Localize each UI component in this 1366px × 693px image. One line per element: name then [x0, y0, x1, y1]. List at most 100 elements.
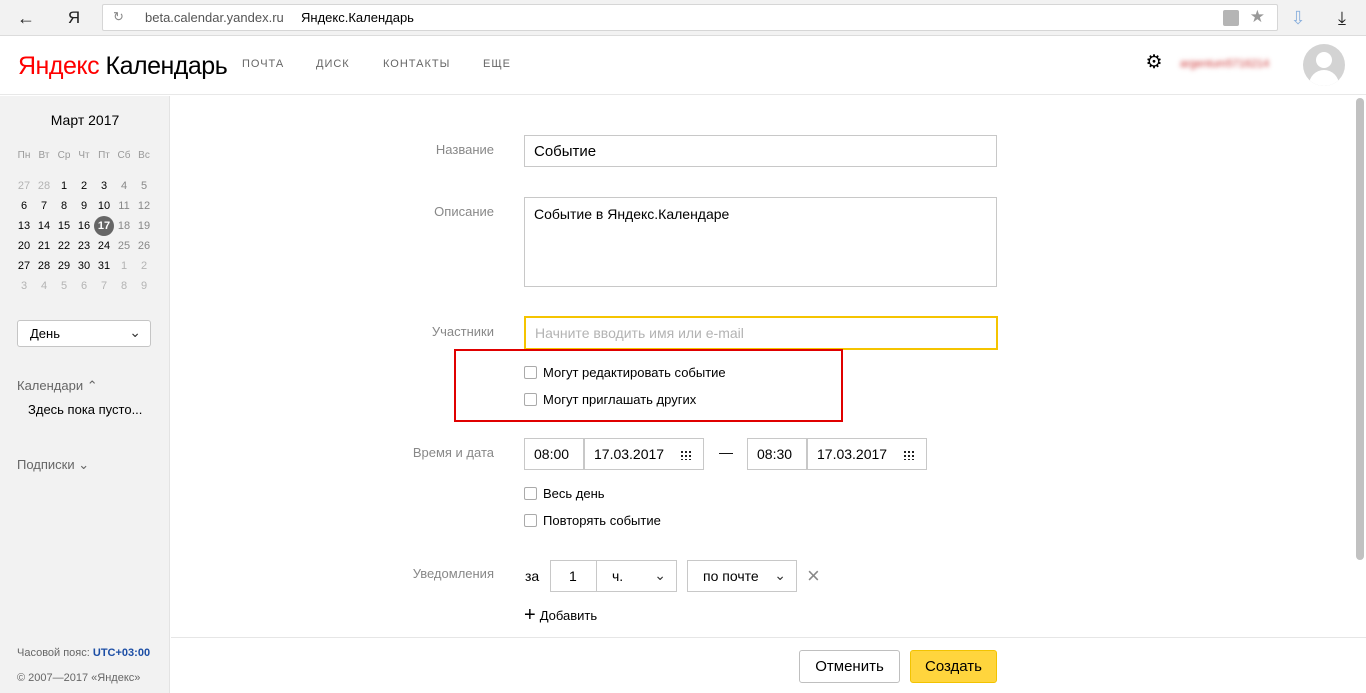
calendars-empty-text: Здесь пока пусто...: [28, 402, 143, 417]
plus-icon: +: [524, 604, 536, 626]
calendar-week: 3456789: [14, 276, 154, 296]
calendar-day[interactable]: 24: [94, 236, 114, 256]
notify-channel-select[interactable]: по почте ⌄: [687, 560, 797, 592]
nav-more[interactable]: ЕЩЕ: [483, 58, 511, 70]
calendar-day[interactable]: 6: [74, 276, 94, 296]
timezone: Часовой пояс: UTC+03:00: [17, 647, 151, 659]
cancel-button[interactable]: Отменить: [799, 650, 900, 683]
calendar-day[interactable]: 5: [134, 176, 154, 196]
url-host: beta.calendar.yandex.ru: [145, 10, 284, 25]
end-time-input[interactable]: 08:30: [747, 438, 807, 470]
can-invite-checkbox[interactable]: Могут приглашать других: [524, 392, 696, 407]
calendar-day[interactable]: 19: [134, 216, 154, 236]
name-label: Название: [435, 142, 494, 157]
calendar-week: 13 14 15 16 17 18 19: [14, 216, 154, 236]
nav-mail[interactable]: ПОЧТА: [242, 58, 284, 70]
chevron-up-icon: ⌃: [86, 378, 98, 393]
form-footer: [171, 637, 1366, 693]
calendar-day[interactable]: 30: [74, 256, 94, 276]
all-day-checkbox[interactable]: Весь день: [524, 486, 605, 501]
calendar-day[interactable]: 7: [94, 276, 114, 296]
start-time-input[interactable]: 08:00: [524, 438, 584, 470]
calendar-day[interactable]: 18: [114, 216, 134, 236]
description-label: Описание: [434, 204, 494, 219]
calendar-grid-icon[interactable]: [903, 450, 916, 460]
add-notification-button[interactable]: + Добавить: [524, 604, 597, 626]
calendar-day[interactable]: 1: [54, 176, 74, 196]
calendar-day[interactable]: 15: [54, 216, 74, 236]
calendar-day[interactable]: 31: [94, 256, 114, 276]
create-button[interactable]: Создать: [910, 650, 997, 683]
nav-contacts[interactable]: КОНТАКТЫ: [383, 58, 450, 70]
mini-calendar-month: Март 2017: [50, 112, 120, 128]
can-edit-checkbox[interactable]: Могут редактировать событие: [524, 365, 726, 380]
download-icon[interactable]: ⤓: [1328, 6, 1356, 30]
app-header: Яндекс Календарь ПОЧТА ДИСК КОНТАКТЫ ЕЩЕ…: [0, 36, 1366, 95]
mini-calendar: Пн Вт Ср Чт Пт Сб Вс 27 28 1 2 3 4 5 6 7 8 9 10 11 12 13 14 15 1…: [14, 146, 154, 296]
calendar-day[interactable]: 2: [134, 256, 154, 276]
calendar-day[interactable]: 26: [134, 236, 154, 256]
sidebar: Март 2017 Пн Вт Ср Чт Пт Сб Вс 27 28 1 2 3 4 5 6 7 8 9 10 1…: [0, 96, 170, 693]
calendar-day-today[interactable]: 17: [94, 216, 114, 236]
participants-label: Участники: [431, 324, 494, 339]
calendar-day[interactable]: 4: [114, 176, 134, 196]
notify-unit-select[interactable]: ч. ⌄: [596, 560, 677, 592]
description-textarea[interactable]: Событие в Яндекс.Календаре: [524, 197, 997, 287]
calendar-day[interactable]: 16: [74, 216, 94, 236]
calendar-day[interactable]: 9: [134, 276, 154, 296]
yandex-browser-icon[interactable]: Я: [60, 6, 88, 30]
datetime-label: Время и дата: [412, 445, 494, 460]
calendar-day[interactable]: 27: [14, 176, 34, 196]
calendars-toggle[interactable]: Календари ⌃: [17, 378, 98, 394]
start-date-input[interactable]: 17.03.2017: [584, 438, 704, 470]
calendar-day[interactable]: 3: [14, 276, 34, 296]
chevron-down-icon: ⌄: [654, 567, 666, 583]
bookmark-star-icon[interactable]: ★: [1250, 7, 1265, 27]
calendar-grid-icon[interactable]: [680, 450, 693, 460]
calendar-week: 27 28 29 30 31 1 2: [14, 256, 154, 276]
calendar-day[interactable]: 13: [14, 216, 34, 236]
url-page-title: Яндекс.Календарь: [301, 10, 414, 25]
reload-icon[interactable]: ↻: [113, 9, 124, 25]
calendar-day[interactable]: 2: [74, 176, 94, 196]
calendar-day[interactable]: 28: [34, 176, 54, 196]
calendar-day[interactable]: 5: [54, 276, 74, 296]
chevron-down-icon: ⌄: [774, 567, 786, 583]
nav-disk[interactable]: ДИСК: [316, 58, 350, 70]
close-icon[interactable]: ×: [807, 563, 820, 589]
download-manager-icon[interactable]: ⇩: [1284, 6, 1312, 30]
notify-amount-input[interactable]: 1: [550, 560, 597, 592]
calendar-day[interactable]: 4: [34, 276, 54, 296]
calendar-day[interactable]: 28: [34, 256, 54, 276]
end-date-input[interactable]: 17.03.2017: [807, 438, 927, 470]
calendar-day[interactable]: 14: [34, 216, 54, 236]
calendar-day[interactable]: 20: [14, 236, 34, 256]
back-arrow-icon[interactable]: ←: [12, 6, 40, 30]
copyright: © 2007—2017 «Яндекс»: [17, 672, 141, 684]
calendar-day[interactable]: 29: [54, 256, 74, 276]
calendar-day[interactable]: 3: [94, 176, 114, 196]
repeat-checkbox[interactable]: Повторять событие: [524, 513, 661, 528]
notify-prefix: за: [525, 568, 540, 584]
avatar[interactable]: [1303, 44, 1345, 86]
address-bar[interactable]: ↻ beta.calendar.yandex.ru Яндекс.Календа…: [102, 4, 1278, 31]
name-input[interactable]: Событие: [524, 135, 997, 167]
scrollbar[interactable]: [1356, 98, 1364, 560]
notifications-label: Уведомления: [412, 566, 494, 581]
username[interactable]: argentum5716214: [1180, 58, 1269, 70]
timezone-link[interactable]: UTC+03:00: [93, 647, 150, 659]
lock-icon[interactable]: [1223, 10, 1239, 26]
calendar-day[interactable]: 23: [74, 236, 94, 256]
date-range-dash: —: [719, 444, 733, 460]
calendar-week: 27 28 1 2 3 4 5: [14, 176, 154, 196]
participants-input[interactable]: Начните вводить имя или e-mail: [524, 316, 998, 350]
calendar-day[interactable]: 1: [114, 256, 134, 276]
logo[interactable]: Яндекс Календарь: [18, 52, 228, 81]
gear-icon[interactable]: ⚙: [1144, 53, 1164, 73]
calendar-day[interactable]: 22: [54, 236, 74, 256]
calendar-day[interactable]: 21: [34, 236, 54, 256]
browser-toolbar: ← Я ↻ beta.calendar.yandex.ru Яндекс.Кал…: [0, 0, 1366, 36]
calendar-day[interactable]: 8: [114, 276, 134, 296]
calendar-day[interactable]: 27: [14, 256, 34, 276]
calendar-day[interactable]: 25: [114, 236, 134, 256]
